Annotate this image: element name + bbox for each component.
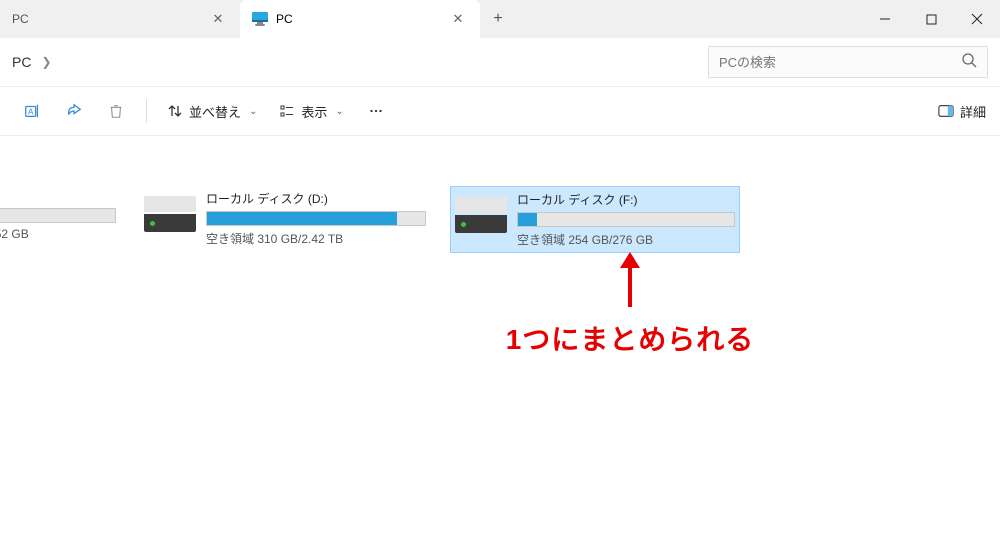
toolbar: A 並べ替え ⌄ 表示 ⌄ 詳細 (0, 86, 1000, 136)
tab-label: PC (276, 12, 293, 26)
toolbar-divider (146, 99, 147, 123)
drive-free-space: 空き領域 310 GB/2.42 TB (206, 230, 426, 247)
tab-pc-2[interactable]: PC ✕ (240, 0, 480, 38)
drive-list: s (C:) 850 GB/952 GB ローカル ディスク (D:) 空き領域… (0, 186, 1000, 253)
view-button[interactable]: 表示 ⌄ (271, 93, 351, 129)
drive-icon (455, 197, 507, 233)
close-window-icon[interactable] (954, 0, 1000, 38)
view-label: 表示 (301, 102, 327, 121)
drive-item-f[interactable]: ローカル ディスク (F:) 空き領域 254 GB/276 GB (450, 186, 740, 253)
drive-usage-bar (517, 212, 735, 227)
chevron-down-icon: ⌄ (335, 106, 343, 117)
address-bar: PC ❯ (0, 38, 1000, 86)
chevron-right-icon: ❯ (41, 55, 51, 69)
svg-text:A: A (28, 108, 34, 117)
maximize-icon[interactable] (908, 0, 954, 38)
share-button[interactable] (56, 93, 92, 129)
search-box[interactable] (708, 46, 988, 78)
drive-name: ローカル ディスク (F:) (517, 191, 735, 208)
details-label: 詳細 (960, 102, 986, 121)
sort-button[interactable]: 並べ替え ⌄ (159, 93, 265, 129)
drive-free-space: 空き領域 254 GB/276 GB (517, 231, 735, 248)
sort-label: 並べ替え (189, 102, 241, 121)
drive-name: s (C:) (0, 190, 116, 204)
close-icon[interactable]: ✕ (208, 11, 228, 27)
tab-label: PC (12, 12, 29, 26)
more-button[interactable] (358, 93, 394, 129)
annotation-text: 1つにまとめられる (430, 318, 830, 358)
arrow-up-icon (615, 252, 645, 312)
window-controls (862, 0, 1000, 38)
drive-usage-bar (206, 211, 426, 226)
search-icon[interactable] (961, 52, 977, 73)
drive-free-space: 850 GB/952 GB (0, 227, 116, 241)
drive-item-d[interactable]: ローカル ディスク (D:) 空き領域 310 GB/2.42 TB (140, 186, 430, 253)
delete-button[interactable] (98, 93, 134, 129)
close-icon[interactable]: ✕ (448, 11, 468, 27)
details-pane-button[interactable]: 詳細 (938, 102, 986, 121)
breadcrumb[interactable]: PC ❯ (12, 54, 52, 70)
drive-usage-bar (0, 208, 116, 223)
search-input[interactable] (719, 55, 953, 70)
drive-name: ローカル ディスク (D:) (206, 190, 426, 207)
rename-button[interactable]: A (14, 93, 50, 129)
annotation: 1つにまとめられる (430, 252, 830, 358)
monitor-icon (252, 11, 268, 27)
new-tab-button[interactable]: + (480, 0, 516, 38)
tab-bar: PC ✕ PC ✕ + (0, 0, 1000, 38)
chevron-down-icon: ⌄ (249, 106, 257, 117)
content-area: s (C:) 850 GB/952 GB ローカル ディスク (D:) 空き領域… (0, 136, 1000, 560)
drive-item-c[interactable]: s (C:) 850 GB/952 GB (0, 186, 120, 253)
breadcrumb-location: PC (12, 54, 31, 70)
drive-icon (144, 196, 196, 232)
tab-pc-1[interactable]: PC ✕ (0, 0, 240, 38)
minimize-icon[interactable] (862, 0, 908, 38)
